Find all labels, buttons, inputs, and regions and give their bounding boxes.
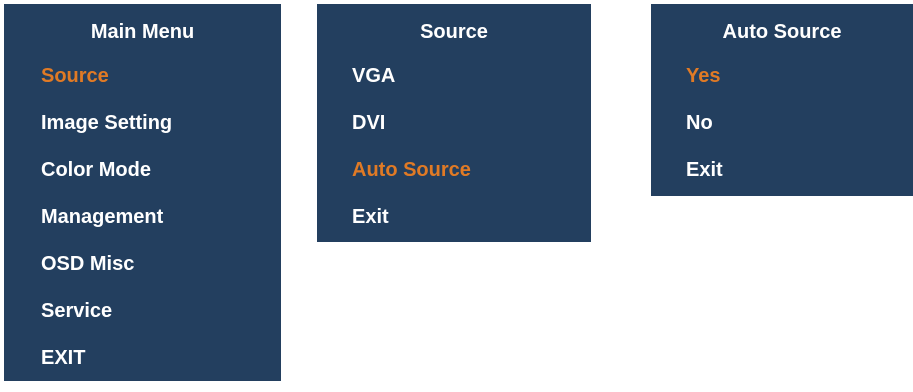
main-menu-list: Source Image Setting Color Mode Manageme… [4, 63, 281, 392]
main-menu-item-color-mode[interactable]: Color Mode [4, 157, 281, 204]
source-menu-item-auto-source[interactable]: Auto Source [317, 157, 591, 204]
source-menu-item-exit[interactable]: Exit [317, 204, 591, 251]
main-menu-title: Main Menu [90, 21, 195, 43]
source-menu-title: Source [420, 21, 488, 43]
main-menu-panel: Main Menu Source Image Setting Color Mod… [4, 4, 281, 381]
main-menu-item-source[interactable]: Source [4, 63, 281, 110]
auto-source-menu-item-no[interactable]: No [651, 110, 913, 157]
source-menu-item-dvi[interactable]: DVI [317, 110, 591, 157]
auto-source-menu-title: Auto Source [722, 21, 842, 43]
source-menu-item-vga[interactable]: VGA [317, 63, 591, 110]
auto-source-menu-panel: Auto Source Yes No Exit [651, 4, 913, 196]
main-menu-item-osd-misc[interactable]: OSD Misc [4, 251, 281, 298]
source-menu-list: VGA DVI Auto Source Exit [317, 63, 591, 251]
auto-source-menu-item-exit[interactable]: Exit [651, 157, 913, 204]
main-menu-item-service[interactable]: Service [4, 298, 281, 345]
main-menu-item-exit[interactable]: EXIT [4, 345, 281, 392]
source-menu-panel: Source VGA DVI Auto Source Exit [317, 4, 591, 242]
auto-source-menu-list: Yes No Exit [651, 63, 913, 204]
main-menu-item-image-setting[interactable]: Image Setting [4, 110, 281, 157]
main-menu-item-management[interactable]: Management [4, 204, 281, 251]
auto-source-menu-item-yes[interactable]: Yes [651, 63, 913, 110]
